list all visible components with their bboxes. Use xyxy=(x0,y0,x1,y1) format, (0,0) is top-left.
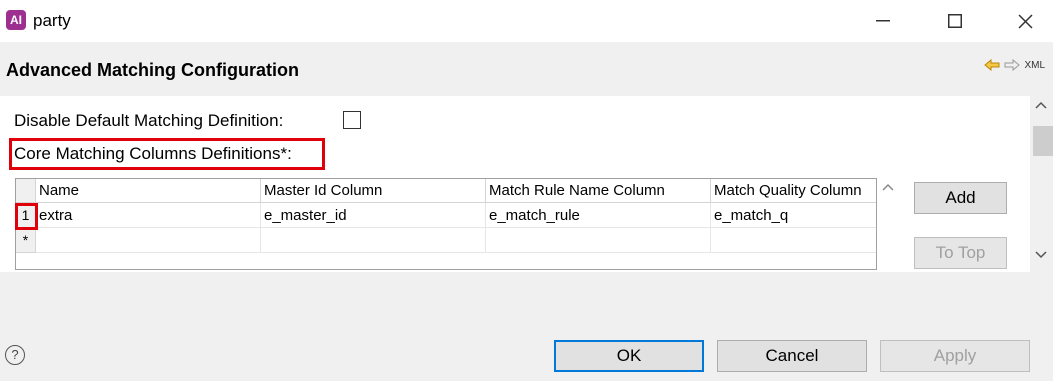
scroll-down-icon[interactable] xyxy=(1034,250,1048,260)
column-header-master-id[interactable]: Master Id Column xyxy=(261,179,486,203)
maximize-icon xyxy=(948,14,962,28)
app-logo-icon: AI xyxy=(6,10,26,30)
table-cell-name[interactable]: extra xyxy=(36,203,261,228)
new-row-marker[interactable]: * xyxy=(16,228,36,253)
add-button[interactable]: Add xyxy=(914,182,1007,214)
help-icon[interactable]: ? xyxy=(5,345,25,365)
vertical-scrollbar[interactable] xyxy=(1030,96,1053,272)
close-icon xyxy=(1017,13,1033,29)
forward-arrow-icon[interactable] xyxy=(1004,59,1021,71)
table-scrollbar[interactable] xyxy=(877,178,899,270)
page-title: Advanced Matching Configuration xyxy=(6,60,300,80)
disable-default-checkbox[interactable] xyxy=(343,111,361,129)
apply-button[interactable]: Apply xyxy=(880,340,1030,372)
window-titlebar: AI party xyxy=(0,0,1053,42)
ok-button[interactable]: OK xyxy=(554,340,704,372)
new-row-cell[interactable] xyxy=(261,228,486,253)
close-button[interactable] xyxy=(1010,8,1040,34)
column-header-match-quality[interactable]: Match Quality Column xyxy=(711,179,876,203)
table-cell-match-quality[interactable]: e_match_q xyxy=(711,203,876,228)
xml-link[interactable]: XML xyxy=(1024,60,1045,71)
column-header-match-rule[interactable]: Match Rule Name Column xyxy=(486,179,711,203)
highlight-box-row-index xyxy=(15,203,38,230)
disable-default-label: Disable Default Matching Definition: xyxy=(14,111,284,130)
window-title: party xyxy=(33,11,71,30)
column-header-name[interactable]: Name xyxy=(36,179,261,203)
maximize-button[interactable] xyxy=(940,8,970,34)
new-row-cell[interactable] xyxy=(36,228,261,253)
cancel-button[interactable]: Cancel xyxy=(717,340,867,372)
new-row-cell[interactable] xyxy=(486,228,711,253)
back-arrow-icon[interactable] xyxy=(984,59,1000,71)
minimize-button[interactable] xyxy=(868,8,898,34)
minimize-icon xyxy=(876,20,890,22)
table-cell-master-id[interactable]: e_master_id xyxy=(261,203,486,228)
scroll-up-icon[interactable] xyxy=(1034,100,1048,110)
core-columns-label: Core Matching Columns Definitions*: xyxy=(14,144,292,163)
table-cell-match-rule[interactable]: e_match_rule xyxy=(486,203,711,228)
new-row-cell[interactable] xyxy=(711,228,876,253)
nav-toolbar: XML xyxy=(984,59,1045,71)
to-top-button[interactable]: To Top xyxy=(914,237,1007,269)
core-columns-table: Name Master Id Column Match Rule Name Co… xyxy=(15,178,877,270)
table-corner xyxy=(16,179,36,203)
chevron-up-icon[interactable] xyxy=(877,178,899,198)
scrollbar-thumb[interactable] xyxy=(1033,126,1053,156)
editor-header: Advanced Matching Configuration XML xyxy=(0,42,1053,96)
